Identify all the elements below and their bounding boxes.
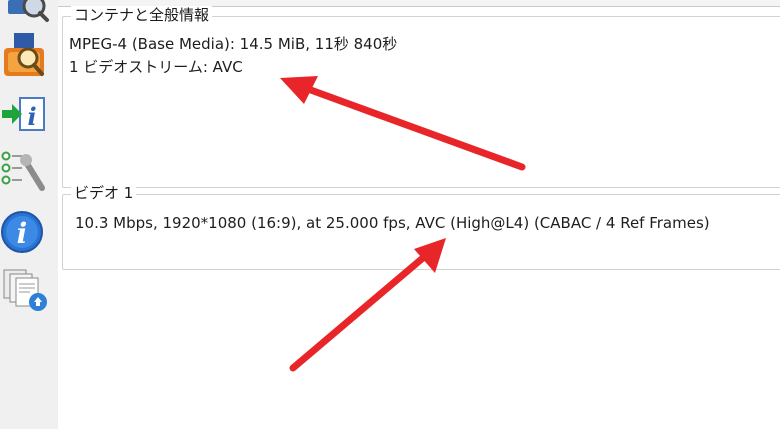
general-info-legend: コンテナと全般情報 <box>71 6 213 24</box>
video-info-group: ビデオ 1 10.3 Mbps, 1920*1080 (16:9), at 25… <box>62 184 780 270</box>
info-panel: コンテナと全般情報 MPEG-4 (Base Media): 14.5 MiB,… <box>58 0 780 429</box>
video-info-legend: ビデオ 1 <box>71 184 137 202</box>
about-info-icon[interactable]: i <box>0 208 56 256</box>
documents-icon[interactable] <box>0 266 56 316</box>
svg-text:i: i <box>17 217 28 250</box>
magnifier-icon[interactable] <box>0 0 56 26</box>
import-info-icon[interactable]: i <box>0 92 56 138</box>
video-details-text: 10.3 Mbps, 1920*1080 (16:9), at 25.000 f… <box>75 214 710 232</box>
preferences-tools-icon[interactable] <box>0 148 56 196</box>
general-info-group: コンテナと全般情報 MPEG-4 (Base Media): 14.5 MiB,… <box>62 6 780 188</box>
svg-text:i: i <box>27 102 36 131</box>
export-search-icon[interactable] <box>0 30 56 80</box>
sidebar: i i <box>0 0 59 429</box>
stream-summary-text: 1 ビデオストリーム: AVC <box>69 58 243 76</box>
container-format-text: MPEG-4 (Base Media): 14.5 MiB, 11秒 840秒 <box>69 35 398 53</box>
